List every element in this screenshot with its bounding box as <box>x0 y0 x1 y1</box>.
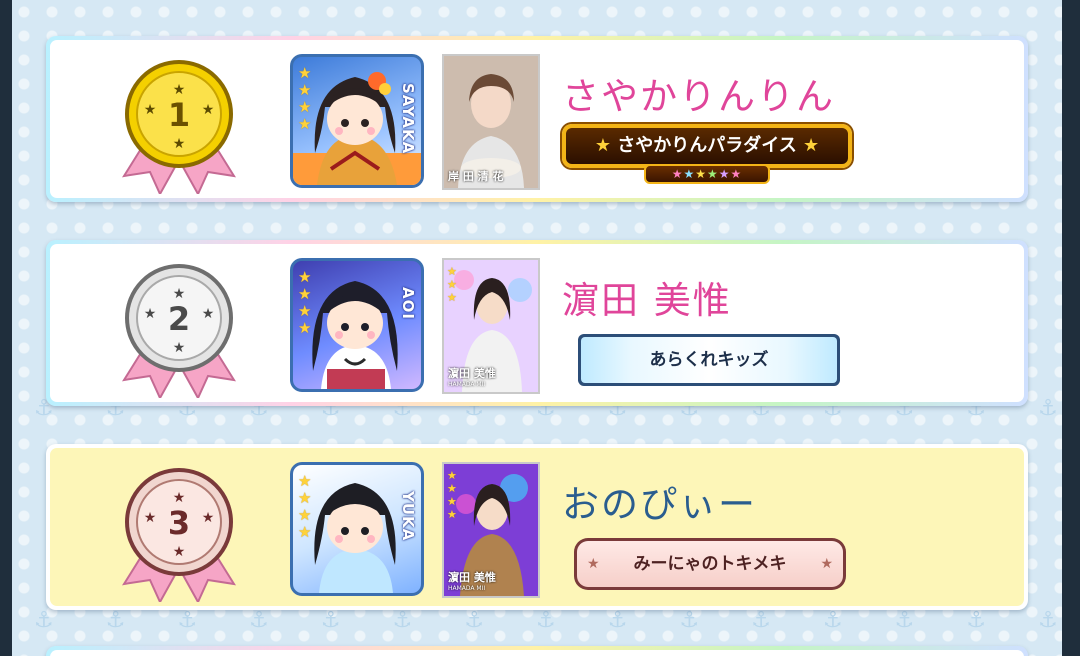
bronze-medal-icon: ★ ★ ★ ★ 3 <box>121 468 237 602</box>
star-icon: ★ <box>594 135 611 156</box>
title-badge[interactable]: あらくれキッズ <box>578 334 840 386</box>
player-name[interactable]: さやかりんりん <box>562 66 835 120</box>
rarity-stars: ★ ★ ★ ★ <box>298 64 312 133</box>
title-badge[interactable]: ★ さやかりんパラダイス ★ ★★★★★★ <box>562 124 852 186</box>
avatar-name: SAYAKA <box>399 83 417 155</box>
svg-text:★: ★ <box>144 306 157 322</box>
rarity-stars: ★ ★ ★ <box>447 265 457 304</box>
player-name[interactable]: おのぴぃー <box>562 474 757 528</box>
title-badge[interactable]: ★ みーにゃのトキメキ ★ <box>574 538 846 590</box>
title-plate: ★ みーにゃのトキメキ ★ <box>577 541 843 587</box>
player-avatar[interactable]: ★ ★ ★ ★ YUKA <box>290 462 424 596</box>
rarity-stars: ★ ★ ★ ★ <box>298 472 312 541</box>
gold-medal-icon: ★ ★ ★ ★ 1 <box>121 60 237 194</box>
avatar-name: AOI <box>399 287 417 320</box>
svg-text:★: ★ <box>144 102 157 118</box>
svg-text:★: ★ <box>144 510 157 526</box>
svg-text:★: ★ <box>202 102 215 118</box>
ranking-row-3[interactable]: ★ ★ ★ ★ 3 ★ ★ ★ ★ YUKA ★ ★ ★ ★ 濵田 美惟 HAM… <box>46 444 1028 610</box>
player-avatar[interactable]: ★ ★ ★ ★ SAYAKA <box>290 54 424 188</box>
member-photo-card[interactable]: 岸 田 清 花 <box>442 54 540 190</box>
ranking-panel: ⚓⚓⚓⚓⚓⚓⚓⚓⚓⚓⚓⚓⚓⚓⚓ ⚓⚓⚓⚓⚓⚓⚓⚓⚓⚓⚓⚓⚓⚓⚓ ★ ★ ★ ★ … <box>12 0 1062 656</box>
title-plate: ★ さやかりんパラダイス ★ <box>562 124 852 168</box>
member-photo-card[interactable]: ★ ★ ★ ★ 濵田 美惟 HAMADA MII <box>442 462 540 598</box>
ranking-row-2[interactable]: ★ ★ ★ ★ 2 ★ ★ ★ ★ AOI ★ ★ ★ 濵田 美惟 HAMADA… <box>46 240 1028 406</box>
svg-text:★: ★ <box>173 544 186 560</box>
avatar-name: YUKA <box>399 491 417 542</box>
svg-text:★: ★ <box>202 510 215 526</box>
player-avatar[interactable]: ★ ★ ★ ★ AOI <box>290 258 424 392</box>
rank-number: 3 <box>168 504 190 542</box>
photo-caption-name: 濵田 美惟 <box>448 367 496 380</box>
photo-caption-name: 濵田 美惟 <box>448 571 496 584</box>
ranking-row-1[interactable]: ★ ★ ★ ★ 1 ★ ★ ★ ★ SAYAKA 岸 田 清 花 さやかりんりん… <box>46 36 1028 202</box>
title-text: みーにゃのトキメキ <box>633 554 787 574</box>
photo-caption: 岸 田 清 花 <box>448 170 504 183</box>
title-text: さやかりんパラダイス <box>617 135 797 156</box>
photo-caption-sub: HAMADA MII <box>448 585 486 592</box>
svg-text:★: ★ <box>173 136 186 152</box>
svg-text:★: ★ <box>173 340 186 356</box>
rank-number: 1 <box>168 96 190 134</box>
anchor-pattern-row: ⚓⚓⚓⚓⚓⚓⚓⚓⚓⚓⚓⚓⚓⚓⚓ <box>34 608 1062 633</box>
photo-caption: 濵田 美惟 HAMADA MII <box>448 569 496 592</box>
member-photo-card[interactable]: ★ ★ ★ 濵田 美惟 HAMADA MII <box>442 258 540 394</box>
star-ribbon: ★★★★★★ <box>644 164 770 184</box>
star-icon: ★ <box>587 556 600 572</box>
chibi-character-image <box>312 281 398 389</box>
ranking-row-4[interactable] <box>46 646 1028 656</box>
rank-number: 2 <box>168 300 190 338</box>
photo-caption-sub: HAMADA MII <box>448 381 486 388</box>
rarity-stars: ★ ★ ★ ★ <box>298 268 312 337</box>
title-text: あらくれキッズ <box>581 337 837 383</box>
silver-medal-icon: ★ ★ ★ ★ 2 <box>121 264 237 398</box>
svg-text:★: ★ <box>202 306 215 322</box>
rarity-stars: ★ ★ ★ ★ <box>447 469 457 521</box>
star-icon: ★ <box>820 556 833 572</box>
player-name[interactable]: 濵田 美惟 <box>562 270 732 324</box>
photo-caption: 濵田 美惟 HAMADA MII <box>448 365 496 388</box>
star-icon: ★ <box>803 135 820 156</box>
